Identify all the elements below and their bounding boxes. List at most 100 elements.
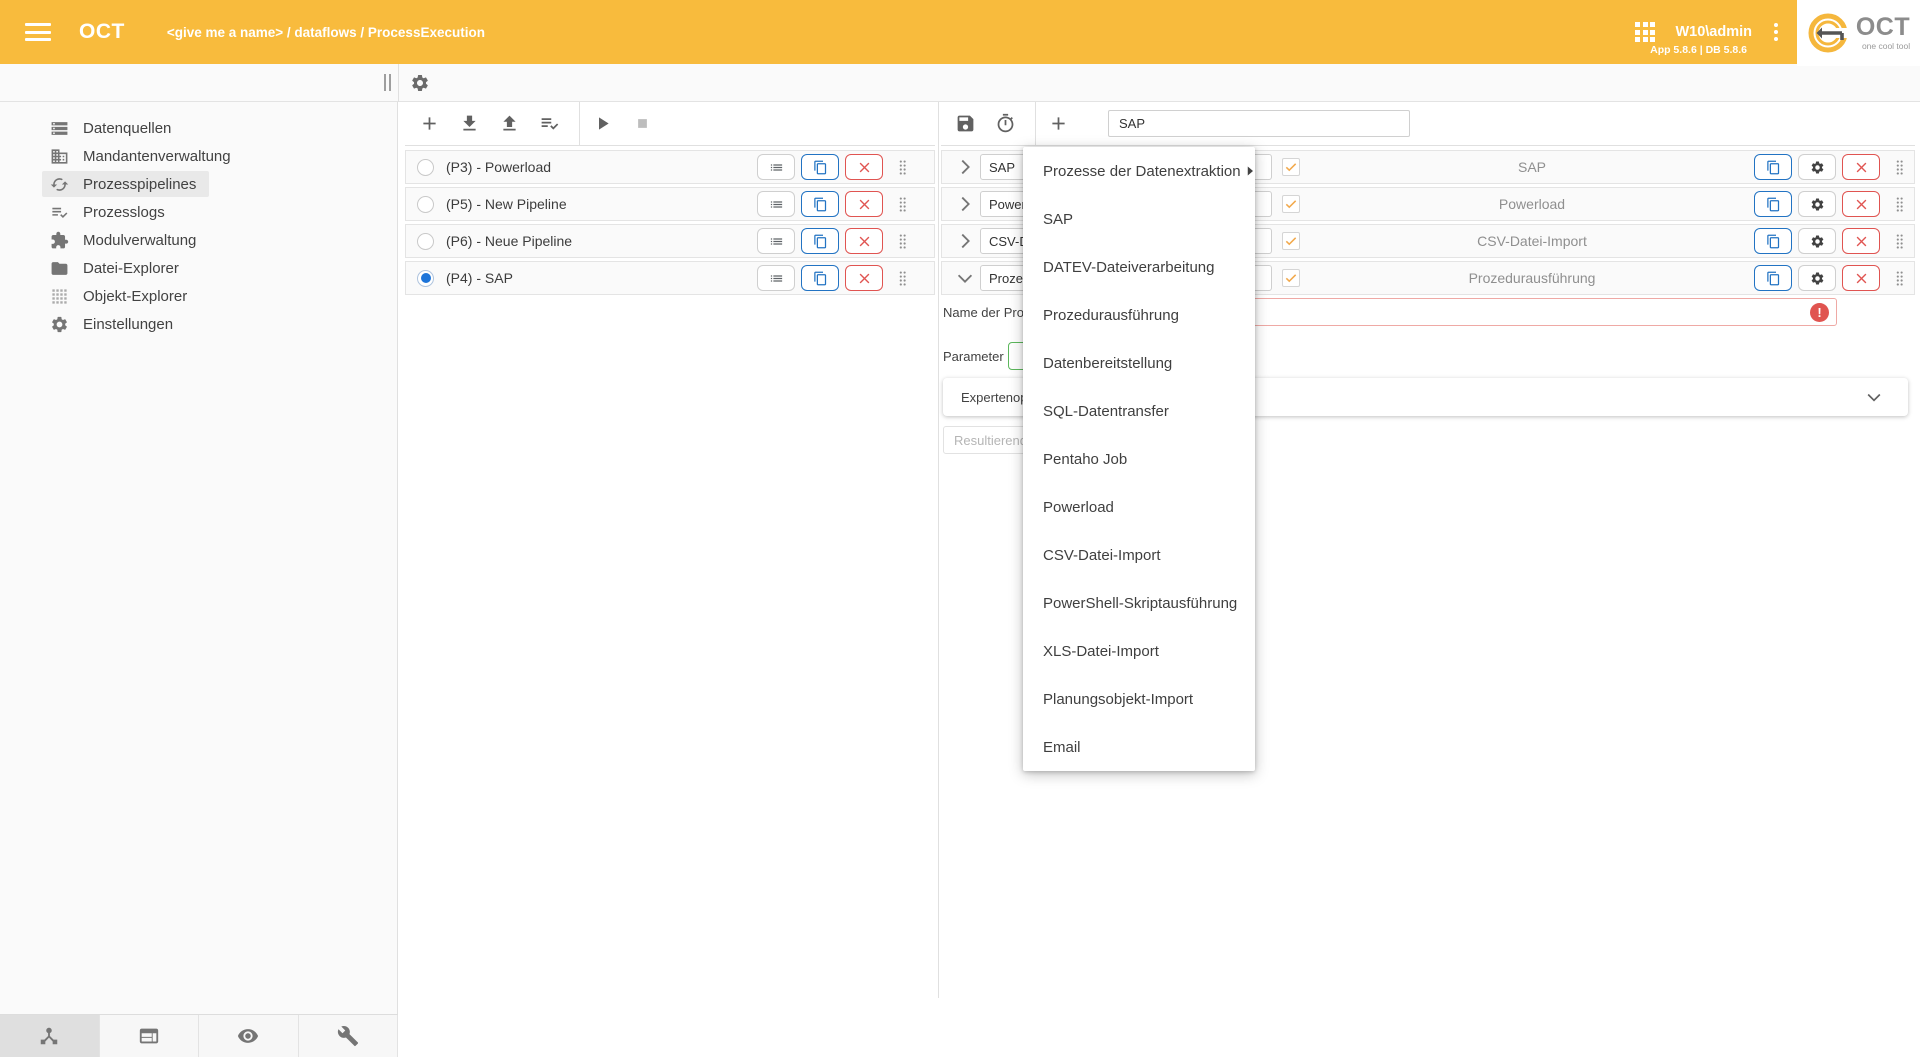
hub-icon bbox=[38, 1025, 60, 1047]
copy-process-button[interactable] bbox=[1754, 191, 1792, 217]
copy-process-button[interactable] bbox=[1754, 228, 1792, 254]
process-enabled-checkbox[interactable] bbox=[1282, 195, 1300, 213]
process-settings-button[interactable] bbox=[1798, 265, 1836, 291]
sidebar-bottom-tab[interactable] bbox=[299, 1015, 399, 1057]
drag-handle-icon[interactable] bbox=[898, 233, 907, 250]
sidebar-bottom-tab[interactable] bbox=[0, 1015, 100, 1057]
chevron-down-icon[interactable] bbox=[1864, 387, 1884, 407]
sidebar-item[interactable]: Modulverwaltung bbox=[42, 227, 209, 253]
splitter-handle-icon[interactable] bbox=[384, 74, 391, 91]
copy-process-button[interactable] bbox=[1754, 154, 1792, 180]
hamburger-menu-icon[interactable] bbox=[25, 23, 51, 41]
copy-process-button[interactable] bbox=[1754, 265, 1792, 291]
sidebar-item[interactable]: Einstellungen bbox=[42, 311, 186, 337]
pipeline-radio[interactable] bbox=[417, 196, 434, 213]
delete-pipeline-button[interactable] bbox=[845, 191, 883, 217]
add-process-button[interactable] bbox=[1046, 112, 1070, 136]
pipeline-details-button[interactable] bbox=[757, 228, 795, 254]
drag-handle-icon[interactable] bbox=[1895, 159, 1904, 176]
menu-item[interactable]: Pentaho Job bbox=[1023, 435, 1255, 483]
process-enabled-checkbox[interactable] bbox=[1282, 269, 1300, 287]
drag-handle-icon[interactable] bbox=[898, 196, 907, 213]
pipelines-panel: (P3) - Powerload (P5) - New Pipeline bbox=[405, 102, 935, 1057]
menu-item[interactable]: Powerload bbox=[1023, 483, 1255, 531]
kebab-menu-icon[interactable] bbox=[1772, 21, 1780, 43]
expand-chevron-icon[interactable] bbox=[954, 193, 976, 215]
drag-handle-icon[interactable] bbox=[1895, 233, 1904, 250]
building-icon bbox=[50, 147, 69, 166]
delete-process-button[interactable] bbox=[1842, 228, 1880, 254]
sidebar-item[interactable]: Mandantenverwaltung bbox=[42, 143, 244, 169]
menu-item[interactable]: Planungsobjekt-Import bbox=[1023, 675, 1255, 723]
process-settings-button[interactable] bbox=[1798, 191, 1836, 217]
drag-handle-icon[interactable] bbox=[898, 270, 907, 287]
sidebar-item[interactable]: Prozesspipelines bbox=[42, 171, 209, 197]
expand-chevron-icon[interactable] bbox=[954, 156, 976, 178]
apps-grid-icon[interactable] bbox=[1635, 22, 1655, 42]
app-title: OCT bbox=[79, 20, 125, 44]
stop-pipeline-icon[interactable] bbox=[630, 112, 654, 136]
menu-item[interactable]: SQL-Datentransfer bbox=[1023, 387, 1255, 435]
playlist-check-icon[interactable] bbox=[537, 112, 561, 136]
pipeline-row: (P3) - Powerload bbox=[405, 150, 935, 184]
delete-process-button[interactable] bbox=[1842, 154, 1880, 180]
divider bbox=[1035, 102, 1036, 146]
sidebar-item[interactable]: Datei-Explorer bbox=[42, 255, 192, 281]
expand-chevron-icon[interactable] bbox=[954, 267, 976, 289]
menu-item[interactable]: Email bbox=[1023, 723, 1255, 771]
run-pipeline-icon[interactable] bbox=[590, 112, 614, 136]
username[interactable]: W10\admin bbox=[1675, 24, 1752, 40]
export-icon[interactable] bbox=[497, 112, 521, 136]
gear-icon[interactable] bbox=[410, 73, 430, 93]
menu-item[interactable]: DATEV-Dateiverarbeitung bbox=[1023, 243, 1255, 291]
import-icon[interactable] bbox=[457, 112, 481, 136]
processes-toolbar bbox=[941, 102, 1915, 146]
process-enabled-checkbox[interactable] bbox=[1282, 232, 1300, 250]
expert-options-label: Expertenop bbox=[961, 390, 1028, 405]
menu-item-label: Email bbox=[1043, 739, 1081, 756]
timer-icon[interactable] bbox=[993, 112, 1017, 136]
pipeline-details-button[interactable] bbox=[757, 265, 795, 291]
add-pipeline-button[interactable] bbox=[417, 112, 441, 136]
copy-pipeline-button[interactable] bbox=[801, 154, 839, 180]
drag-handle-icon[interactable] bbox=[1895, 196, 1904, 213]
sidebar-item[interactable]: Prozesslogs bbox=[42, 199, 178, 225]
process-search-input[interactable] bbox=[1108, 110, 1410, 137]
wrench-icon bbox=[337, 1025, 359, 1047]
save-icon[interactable] bbox=[953, 112, 977, 136]
pipeline-radio[interactable] bbox=[417, 233, 434, 250]
menu-item[interactable]: SAP bbox=[1023, 195, 1255, 243]
copy-pipeline-button[interactable] bbox=[801, 191, 839, 217]
expand-chevron-icon[interactable] bbox=[954, 230, 976, 252]
menu-item-label: SQL-Datentransfer bbox=[1043, 403, 1169, 420]
drag-handle-icon[interactable] bbox=[1895, 270, 1904, 287]
pipeline-details-button[interactable] bbox=[757, 154, 795, 180]
delete-pipeline-button[interactable] bbox=[845, 228, 883, 254]
menu-item[interactable]: Datenbereitstellung bbox=[1023, 339, 1255, 387]
menu-item[interactable]: Prozesse der Datenextraktion bbox=[1023, 147, 1255, 195]
menu-item[interactable]: CSV-Datei-Import bbox=[1023, 531, 1255, 579]
pipeline-radio[interactable] bbox=[417, 159, 434, 176]
menu-item[interactable]: XLS-Datei-Import bbox=[1023, 627, 1255, 675]
delete-process-button[interactable] bbox=[1842, 191, 1880, 217]
menu-item-label: DATEV-Dateiverarbeitung bbox=[1043, 259, 1214, 276]
sidebar-bottom-tab[interactable] bbox=[100, 1015, 200, 1057]
process-settings-button[interactable] bbox=[1798, 228, 1836, 254]
process-settings-button[interactable] bbox=[1798, 154, 1836, 180]
drag-handle-icon[interactable] bbox=[898, 159, 907, 176]
copy-pipeline-button[interactable] bbox=[801, 265, 839, 291]
process-enabled-checkbox[interactable] bbox=[1282, 158, 1300, 176]
copy-pipeline-button[interactable] bbox=[801, 228, 839, 254]
sidebar-item[interactable]: Datenquellen bbox=[42, 115, 184, 141]
menu-item[interactable]: PowerShell-Skriptausführung bbox=[1023, 579, 1255, 627]
delete-pipeline-button[interactable] bbox=[845, 265, 883, 291]
delete-process-button[interactable] bbox=[1842, 265, 1880, 291]
playlist-check-icon bbox=[50, 203, 69, 222]
menu-item-label: Powerload bbox=[1043, 499, 1114, 516]
menu-item[interactable]: Prozedurausführung bbox=[1023, 291, 1255, 339]
sidebar-bottom-tab[interactable] bbox=[199, 1015, 299, 1057]
sidebar-item[interactable]: Objekt-Explorer bbox=[42, 283, 200, 309]
pipeline-radio[interactable] bbox=[417, 270, 434, 287]
pipeline-details-button[interactable] bbox=[757, 191, 795, 217]
delete-pipeline-button[interactable] bbox=[845, 154, 883, 180]
